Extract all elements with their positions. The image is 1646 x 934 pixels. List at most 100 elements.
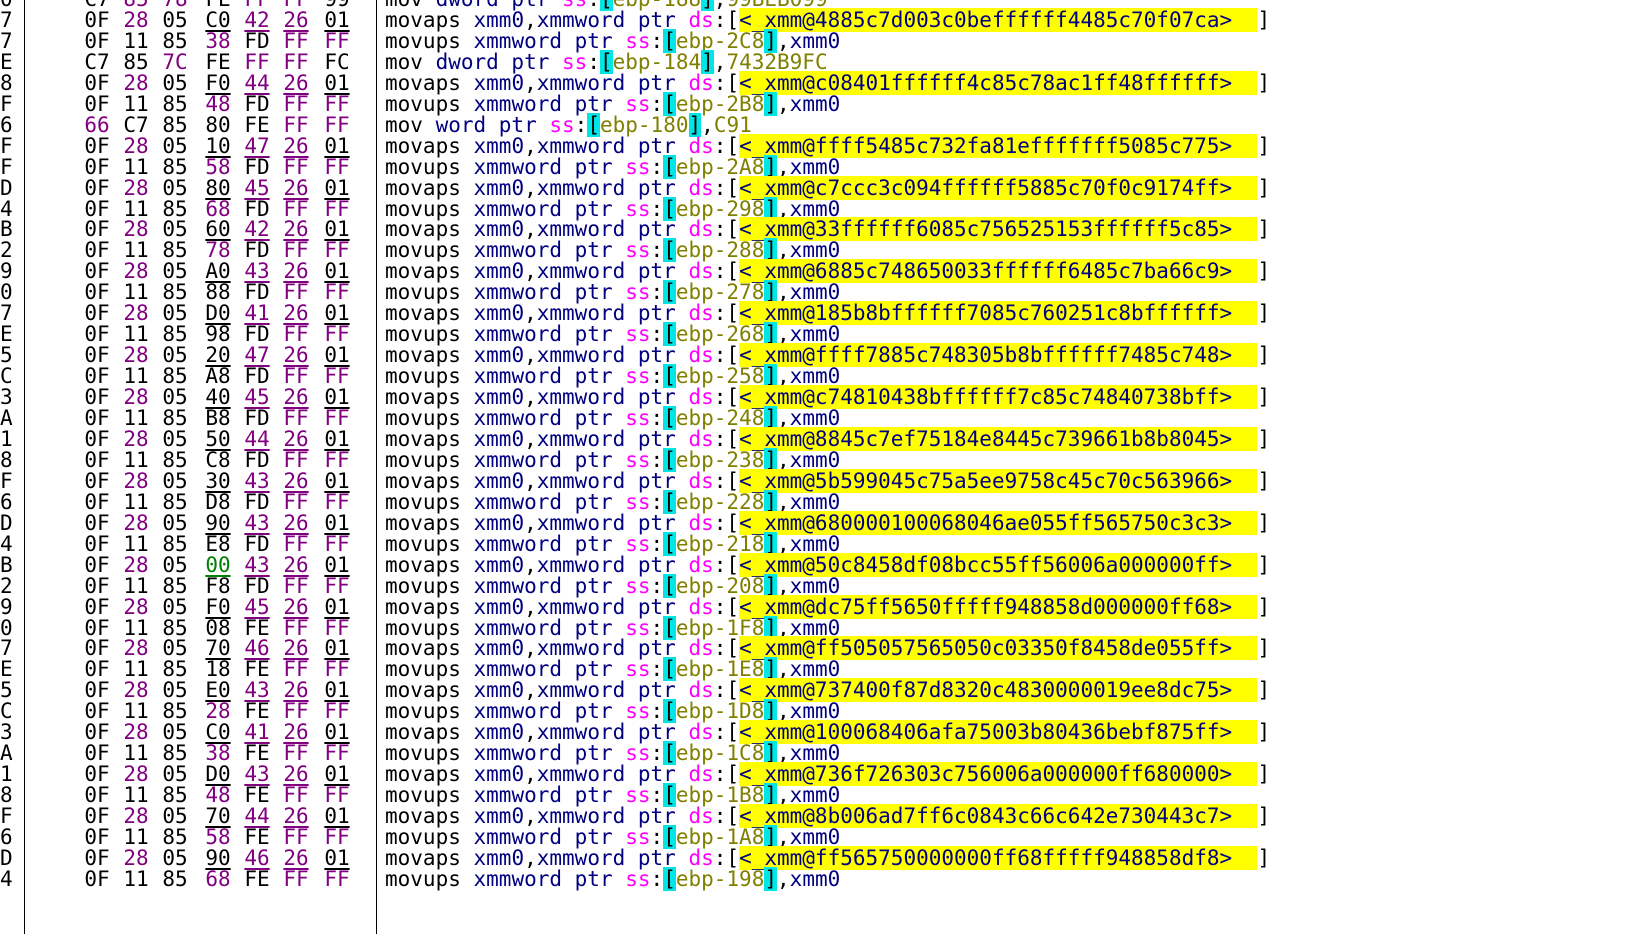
opcode-byte: E8 xyxy=(205,531,231,556)
opcode-byte: 05 xyxy=(162,845,188,870)
instruction-row[interactable]: 2 0F 11 85 F8 FD FF FF movups xmmword ptr ss:[eb… xyxy=(0,573,1646,598)
instruction-row[interactable]: F 0F 28 05 70 44 26 01 movaps xmm0,xmmword ptr d… xyxy=(0,804,1646,829)
asm-token: ] xyxy=(1257,301,1271,326)
opcode-byte: FF xyxy=(283,196,309,221)
address-cell: 4 xyxy=(0,196,13,221)
opcode-byte: 05 xyxy=(162,301,188,326)
instruction-row[interactable]: E C7 85 7C FE FF FF FC mov dword ptr ss:[ebp-184… xyxy=(0,49,1646,74)
opcode-byte: 85 xyxy=(162,112,188,137)
instruction-row[interactable]: 0 0F 11 85 08 FE FF FF movups xmmword ptr ss:[eb… xyxy=(0,615,1646,640)
instruction-row[interactable]: 6 66 C7 85 80 FE FF FF mov word ptr ss:[ebp-180]… xyxy=(0,112,1646,137)
instruction-row[interactable]: 4 0F 11 85 68 FE FF FF movups xmmword ptr ss:[eb… xyxy=(0,866,1646,891)
instruction-row[interactable]: 1 0F 28 05 50 44 26 01 movaps xmm0,xmmword ptr d… xyxy=(0,426,1646,451)
opcode-byte: 0F xyxy=(84,657,110,682)
opcode-byte: 11 xyxy=(123,406,149,430)
opcode-byte: 01 xyxy=(324,301,350,326)
instruction-row[interactable]: D 0F 28 05 80 45 26 01 movaps xmm0,xmmword ptr d… xyxy=(0,175,1646,200)
opcode-byte: FD xyxy=(244,322,270,347)
instruction-row[interactable]: F 0F 11 85 58 FD FF FF movups xmmword ptr ss:[eb… xyxy=(0,154,1646,179)
instruction-row[interactable]: C 0F 11 85 A8 FD FF FF movups xmmword ptr ss:[eb… xyxy=(0,364,1646,389)
disassembly-text: movups xmmword ptr ss:[ebp-268],xmm0 xyxy=(385,322,840,347)
opcode-byte: 05 xyxy=(162,468,188,493)
opcode-byte: 05 xyxy=(162,678,188,703)
opcode-byte: 26 xyxy=(283,636,309,661)
instruction-row[interactable]: 5 0F 28 05 20 47 26 01 movaps xmm0,xmmword ptr d… xyxy=(0,343,1646,368)
instruction-row[interactable]: 5 0F 28 05 E0 43 26 01 movaps xmm0,xmmword ptr d… xyxy=(0,678,1646,703)
opcode-byte: 28 xyxy=(123,133,149,158)
opcode-byte: 43 xyxy=(244,510,270,535)
opcode-byte: 0F xyxy=(84,447,110,472)
opcode-byte: FD xyxy=(244,28,270,53)
opcode-byte: 0F xyxy=(84,28,110,53)
instruction-row[interactable]: 8 0F 11 85 C8 FD FF FF movups xmmword ptr ss:[eb… xyxy=(0,447,1646,472)
instruction-row[interactable]: F 0F 28 05 30 43 26 01 movaps xmm0,xmmword ptr d… xyxy=(0,468,1646,493)
instruction-row[interactable]: 0 0F 11 85 88 FD FF FF movups xmmword ptr ss:[eb… xyxy=(0,280,1646,305)
opcode-byte: 70 xyxy=(205,804,231,829)
opcode-byte: 42 xyxy=(244,7,270,32)
opcode-byte: 26 xyxy=(283,7,309,32)
instruction-row[interactable]: 3 0F 28 05 40 45 26 01 movaps xmm0,xmmword ptr d… xyxy=(0,385,1646,410)
opcode-byte: 05 xyxy=(162,510,188,535)
disassembly-text: movups xmmword ptr ss:[ebp-1B8],xmm0 xyxy=(385,783,840,808)
opcode-byte: FF xyxy=(324,699,350,724)
instruction-row[interactable]: 9 0F 28 05 F0 45 26 01 movaps xmm0,xmmword ptr d… xyxy=(0,594,1646,619)
instruction-row[interactable]: 6 0F 11 85 D8 FD FF FF movups xmmword ptr ss:[eb… xyxy=(0,489,1646,514)
instruction-row[interactable]: F 0F 11 85 48 FD FF FF movups xmmword ptr ss:[eb… xyxy=(0,91,1646,116)
instruction-row[interactable]: 7 0F 11 85 38 FD FF FF movups xmmword ptr ss:[eb… xyxy=(0,28,1646,53)
opcode-byte: FF xyxy=(283,447,309,472)
opcode-byte: 28 xyxy=(123,678,149,703)
asm-token: ] xyxy=(1257,133,1271,158)
disassembly-listing[interactable]: 0C78578FEFFFF99mov dword ptr ss:[ebp-188… xyxy=(0,0,1646,934)
asm-token: ] xyxy=(1257,70,1271,95)
instruction-row[interactable]: A 0F 11 85 B8 FD FF FF movups xmmword ptr ss:[eb… xyxy=(0,406,1646,430)
asm-token: , xyxy=(777,154,790,179)
instruction-row[interactable]: 7 0F 28 05 70 46 26 01 movaps xmm0,xmmword ptr d… xyxy=(0,636,1646,661)
address-cell: B xyxy=(0,552,13,577)
address-cell: B xyxy=(0,217,13,242)
instruction-row[interactable]: 7 0F 28 05 C0 42 26 01 movaps xmm0,xmmword ptr d… xyxy=(0,7,1646,32)
opcode-byte: C8 xyxy=(205,447,231,472)
instruction-row[interactable]: 1 0F 28 05 D0 43 26 01 movaps xmm0,xmmword ptr d… xyxy=(0,762,1646,787)
opcode-byte: 26 xyxy=(283,552,309,577)
instruction-row[interactable]: 4 0F 11 85 68 FD FF FF movups xmmword ptr ss:[eb… xyxy=(0,196,1646,221)
instruction-row[interactable]: 8 0F 28 05 F0 44 26 01 movaps xmm0,xmmword ptr d… xyxy=(0,70,1646,95)
opcode-byte: D8 xyxy=(205,489,231,514)
instruction-row[interactable]: B 0F 28 05 60 42 26 01 movaps xmm0,xmmword ptr d… xyxy=(0,217,1646,242)
opcode-byte: 45 xyxy=(244,385,270,410)
instruction-row[interactable]: F 0F 28 05 10 47 26 01 movaps xmm0,xmmword ptr d… xyxy=(0,133,1646,158)
instruction-row[interactable]: 2 0F 11 85 78 FD FF FF movups xmmword ptr ss:[eb… xyxy=(0,238,1646,263)
instruction-row[interactable]: 4 0F 11 85 E8 FD FF FF movups xmmword ptr ss:[eb… xyxy=(0,531,1646,556)
opcode-byte: C0 xyxy=(205,720,231,745)
opcode-byte: F0 xyxy=(205,594,231,619)
instruction-row[interactable]: 7 0F 28 05 D0 41 26 01 movaps xmm0,xmmword ptr d… xyxy=(0,301,1646,326)
address-cell: 3 xyxy=(0,720,13,745)
opcode-byte: 11 xyxy=(123,573,149,598)
opcode-byte: 0F xyxy=(84,489,110,514)
instruction-row[interactable]: D 0F 28 05 90 46 26 01 movaps xmm0,xmmword ptr d… xyxy=(0,845,1646,870)
instruction-row[interactable]: 9 0F 28 05 A0 43 26 01 movaps xmm0,xmmword ptr d… xyxy=(0,259,1646,284)
address-cell: 8 xyxy=(0,447,13,472)
instruction-row[interactable]: E 0F 11 85 18 FE FF FF movups xmmword ptr ss:[eb… xyxy=(0,657,1646,682)
instruction-row[interactable]: E 0F 11 85 98 FD FF FF movups xmmword ptr ss:[eb… xyxy=(0,322,1646,347)
instruction-row[interactable]: 8 0F 11 85 48 FE FF FF movups xmmword ptr ss:[eb… xyxy=(0,783,1646,808)
disassembly-text: movups xmmword ptr ss:[ebp-278],xmm0 xyxy=(385,280,840,305)
address-cell: 6 xyxy=(0,112,13,137)
disassembly-text: movaps xmm0,xmmword ptr ds:[<_xmm@33ffff… xyxy=(385,217,1270,242)
instruction-row[interactable]: 3 0F 28 05 C0 41 26 01 movaps xmm0,xmmword ptr d… xyxy=(0,720,1646,745)
opcode-byte: 85 xyxy=(162,364,188,389)
disassembly-text: movups xmmword ptr ss:[ebp-198],xmm0 xyxy=(385,866,840,891)
disassembly-text: movups xmmword ptr ss:[ebp-218],xmm0 xyxy=(385,531,840,556)
opcode-byte: 85 xyxy=(162,154,188,179)
instruction-row[interactable]: B 0F 28 05 00 43 26 01 movaps xmm0,xmmword ptr d… xyxy=(0,552,1646,577)
opcode-byte: 11 xyxy=(123,447,149,472)
instruction-row[interactable]: C 0F 11 85 28 FE FF FF movups xmmword ptr ss:[eb… xyxy=(0,699,1646,724)
opcode-byte: 26 xyxy=(283,468,309,493)
instruction-row[interactable]: D 0F 28 05 90 43 26 01 movaps xmm0,xmmword ptr d… xyxy=(0,510,1646,535)
instruction-row[interactable]: 6 0F 11 85 58 FE FF FF movups xmmword ptr ss:[eb… xyxy=(0,825,1646,849)
opcode-byte: 11 xyxy=(123,196,149,221)
opcode-byte: 30 xyxy=(205,468,231,493)
disassembly-text: movaps xmm0,xmmword ptr ds:[<_xmm@5b5990… xyxy=(385,468,1270,493)
instruction-row[interactable]: A 0F 11 85 38 FE FF FF movups xmmword ptr ss:[eb… xyxy=(0,741,1646,766)
opcode-byte: 0F xyxy=(84,552,110,577)
opcode-byte: 26 xyxy=(283,426,309,451)
